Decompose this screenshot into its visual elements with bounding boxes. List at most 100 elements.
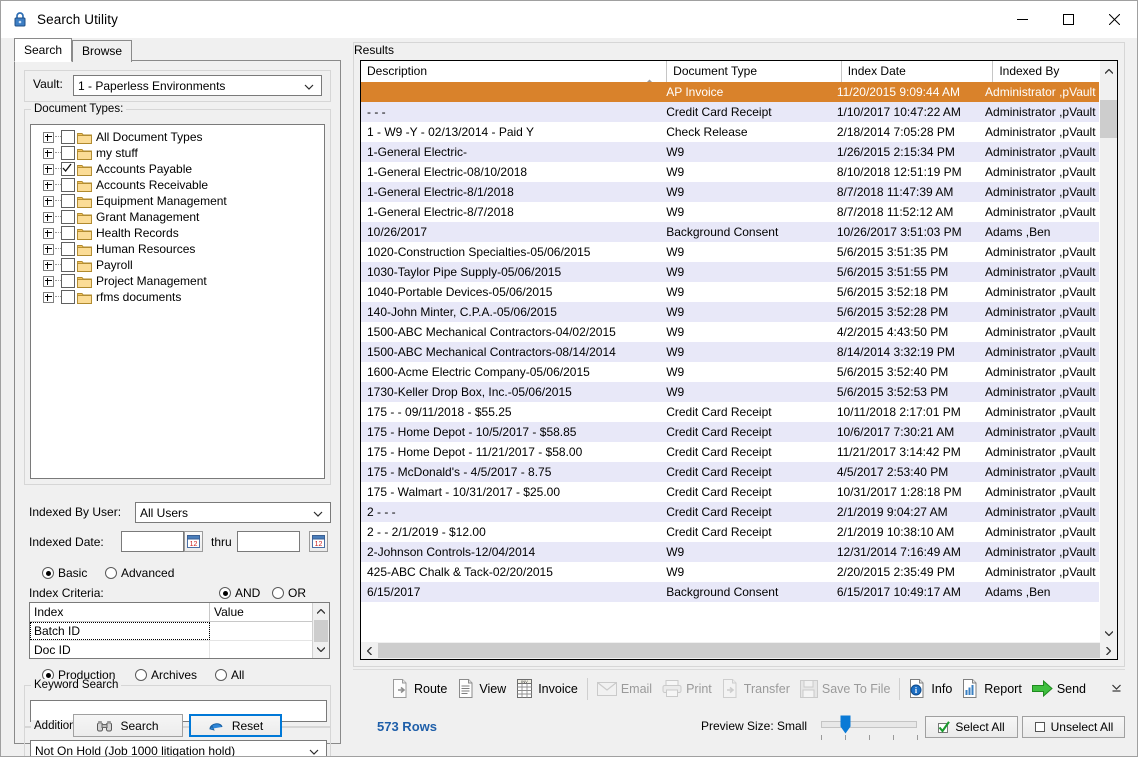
table-row[interactable]: 140-John Minter, C.P.A.-05/06/2015 W9 5/6/…: [361, 302, 1100, 322]
toolbar-route-button[interactable]: Route: [387, 674, 452, 704]
close-button[interactable]: [1091, 1, 1137, 37]
checkbox[interactable]: [61, 274, 75, 288]
tree-item-accounts-receivable[interactable]: Accounts Receivable: [31, 177, 324, 193]
scrollbar-thumb[interactable]: [1100, 100, 1117, 138]
expand-icon[interactable]: [43, 275, 54, 287]
checkbox[interactable]: [61, 162, 75, 176]
scope-archives-radio[interactable]: Archives: [135, 668, 197, 682]
results-vertical-scrollbar[interactable]: [1099, 82, 1117, 642]
table-row[interactable]: 175 - Home Depot - 10/5/2017 - $58.85 Cre…: [361, 422, 1100, 442]
document-types-tree[interactable]: All Document Types my stuff Accounts Payab…: [30, 124, 325, 479]
criteria-value-cell[interactable]: [210, 641, 315, 658]
tree-item-all-document-types[interactable]: All Document Types: [31, 129, 324, 145]
tree-item-project-management[interactable]: Project Management: [31, 273, 324, 289]
checkbox[interactable]: [61, 210, 75, 224]
expand-icon[interactable]: [43, 131, 54, 143]
toolbar-info-button[interactable]: i Info: [904, 674, 957, 704]
table-row[interactable]: 1-General Electric-8/1/2018 W9 8/7/2018 11…: [361, 182, 1100, 202]
table-row[interactable]: 1020-Construction Specialties-05/06/2015…: [361, 242, 1100, 262]
checkbox[interactable]: [61, 146, 75, 160]
scrollbar-thumb[interactable]: [314, 620, 328, 642]
tab-browse[interactable]: Browse: [72, 40, 133, 62]
checkbox[interactable]: [61, 130, 75, 144]
preview-size-slider[interactable]: [819, 715, 919, 741]
scroll-left-icon[interactable]: [361, 642, 378, 659]
table-row[interactable]: AP Invoice 11/20/2015 9:09:44 AM Administr…: [361, 82, 1100, 102]
scope-all-radio[interactable]: All: [215, 668, 244, 682]
select-all-button[interactable]: Select All: [925, 716, 1018, 738]
scroll-right-icon[interactable]: [1100, 642, 1117, 659]
tree-item-grant-management[interactable]: Grant Management: [31, 209, 324, 225]
mode-advanced-radio[interactable]: Advanced: [105, 566, 174, 580]
checkbox[interactable]: [61, 178, 75, 192]
toolbar-send-button[interactable]: Send: [1027, 674, 1091, 704]
index-criteria-grid[interactable]: Index Value Batch ID Doc ID: [29, 602, 330, 659]
criteria-index-cell[interactable]: Batch ID: [30, 622, 210, 640]
expand-icon[interactable]: [43, 179, 54, 191]
expand-icon[interactable]: [43, 227, 54, 239]
table-row[interactable]: 175 - Walmart - 10/31/2017 - $25.00 Credi…: [361, 482, 1100, 502]
table-row[interactable]: 2-Johnson Controls-12/04/2014 W9 12/31/201…: [361, 542, 1100, 562]
expand-icon[interactable]: [43, 147, 54, 159]
criteria-row[interactable]: Batch ID: [30, 622, 329, 641]
checkbox[interactable]: [61, 290, 75, 304]
table-row[interactable]: 1040-Portable Devices-05/06/2015 W9 5/6/20…: [361, 282, 1100, 302]
tree-item-rfms-documents[interactable]: rfms documents: [31, 289, 324, 305]
table-row[interactable]: 175 - - 09/11/2018 - $55.25 Credit Card R…: [361, 402, 1100, 422]
slider-thumb[interactable]: [840, 715, 851, 734]
scroll-up-icon[interactable]: [313, 603, 329, 620]
expand-icon[interactable]: [43, 163, 54, 175]
additional-filter-combo[interactable]: Not On Hold (Job 1000 litigation hold): [30, 740, 327, 756]
criteria-index-cell[interactable]: Doc ID: [30, 641, 210, 658]
tree-item-equipment-management[interactable]: Equipment Management: [31, 193, 324, 209]
table-row[interactable]: 6/15/2017 Background Consent 6/15/2017 10:…: [361, 582, 1100, 602]
table-row[interactable]: 175 - Home Depot - 11/21/2017 - $58.00 Cr…: [361, 442, 1100, 462]
results-grid[interactable]: Description Document Type Index Date Ind…: [360, 60, 1118, 660]
vault-combo[interactable]: 1 - Paperless Environments: [73, 75, 322, 96]
expand-icon[interactable]: [43, 211, 54, 223]
table-row[interactable]: 1030-Taylor Pipe Supply-05/06/2015 W9 5/6/…: [361, 262, 1100, 282]
table-row[interactable]: 10/26/2017 Background Consent 10/26/2017 3…: [361, 222, 1100, 242]
column-header-description[interactable]: Description: [361, 61, 668, 82]
expand-icon[interactable]: [43, 259, 54, 271]
toolbar-report-button[interactable]: Report: [957, 674, 1027, 704]
table-row[interactable]: 1600-Acme Electric Company-05/06/2015 W9 5…: [361, 362, 1100, 382]
table-row[interactable]: 1-General Electric- W9 1/26/2015 2:15:34 P…: [361, 142, 1100, 162]
toolbar-view-button[interactable]: View: [452, 674, 511, 704]
indexed-by-user-combo[interactable]: All Users: [135, 502, 331, 523]
tab-search[interactable]: Search: [14, 38, 73, 62]
scroll-down-icon[interactable]: [313, 641, 329, 658]
table-row[interactable]: 2 - - - Credit Card Receipt 2/1/2019 9:04:…: [361, 502, 1100, 522]
tree-item-accounts-payable[interactable]: Accounts Payable: [31, 161, 324, 177]
reset-button[interactable]: Reset: [189, 714, 282, 737]
checkbox[interactable]: [61, 258, 75, 272]
table-row[interactable]: 1500-ABC Mechanical Contractors-08/14/20…: [361, 342, 1100, 362]
tree-item-payroll[interactable]: Payroll: [31, 257, 324, 273]
checkbox[interactable]: [61, 226, 75, 240]
maximize-button[interactable]: [1045, 1, 1091, 37]
operator-or-radio[interactable]: OR: [272, 586, 306, 600]
scrollbar-thumb[interactable]: [378, 643, 1100, 658]
table-row[interactable]: 1500-ABC Mechanical Contractors-04/02/20…: [361, 322, 1100, 342]
tree-item-health-records[interactable]: Health Records: [31, 225, 324, 241]
expand-icon[interactable]: [43, 291, 54, 303]
expand-icon[interactable]: [43, 243, 54, 255]
toolbar-invoice-button[interactable]: INV Invoice: [511, 674, 583, 704]
index-criteria-scrollbar[interactable]: [312, 603, 329, 658]
operator-and-radio[interactable]: AND: [219, 586, 260, 600]
table-row[interactable]: 425-ABC Chalk & Tack-02/20/2015 W9 2/20/20…: [361, 562, 1100, 582]
column-header-index-date[interactable]: Index Date: [841, 61, 994, 82]
criteria-row[interactable]: Doc ID: [30, 641, 329, 658]
expand-icon[interactable]: [43, 195, 54, 207]
checkbox[interactable]: [61, 242, 75, 256]
table-row[interactable]: 1 - W9 -Y - 02/13/2014 - Paid Y Check Rel…: [361, 122, 1100, 142]
minimize-button[interactable]: [999, 1, 1045, 37]
table-row[interactable]: 175 - McDonald's - 4/5/2017 - 8.75 Credit…: [361, 462, 1100, 482]
indexed-date-from-input[interactable]: [121, 531, 184, 552]
search-button[interactable]: Search: [73, 714, 183, 737]
tree-item-human-resources[interactable]: Human Resources: [31, 241, 324, 257]
toolbar-overflow-icon[interactable]: [1112, 682, 1121, 696]
indexed-date-from-calendar-icon[interactable]: 12: [184, 531, 203, 552]
indexed-date-to-input[interactable]: [237, 531, 300, 552]
mode-basic-radio[interactable]: Basic: [42, 566, 87, 580]
